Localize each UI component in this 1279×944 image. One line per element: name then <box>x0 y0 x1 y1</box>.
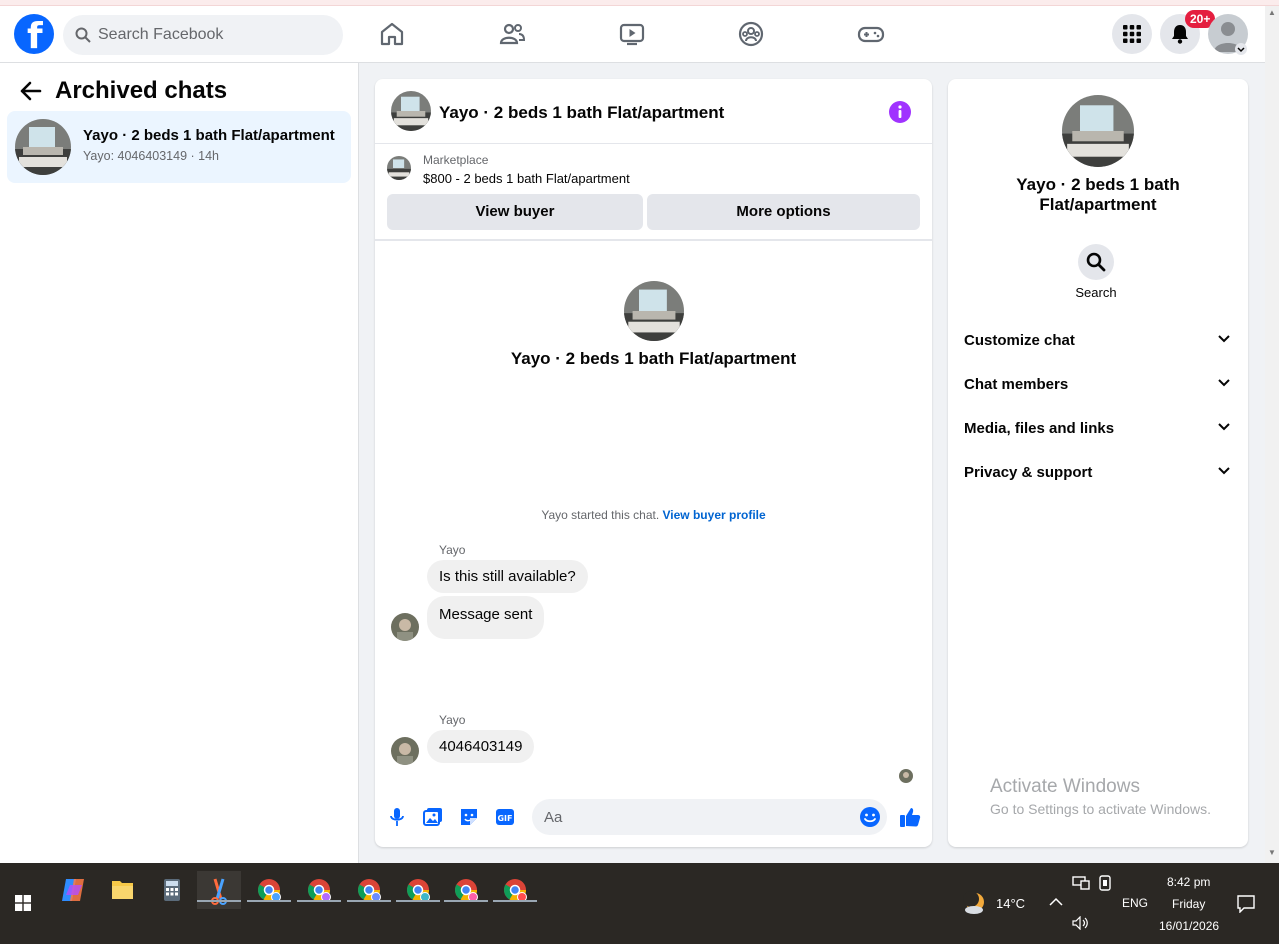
scroll-down-arrow-icon[interactable]: ▼ <box>1268 848 1276 857</box>
seen-indicator-avatar <box>899 769 913 783</box>
facebook-logo[interactable]: f <box>14 14 54 57</box>
weather-moon-icon[interactable] <box>962 891 988 915</box>
chrome-profile-icon[interactable] <box>347 871 391 909</box>
more-options-button[interactable]: More options <box>647 194 920 230</box>
chrome-profile-icon[interactable] <box>297 871 341 909</box>
listing-thumbnail <box>387 156 411 180</box>
calculator-icon[interactable] <box>150 871 194 909</box>
gaming-icon[interactable] <box>856 19 886 49</box>
listing-title[interactable]: $800 - 2 beds 1 bath Flat/apartment <box>423 171 630 186</box>
chat-started-notice: Yayo started this chat. View buyer profi… <box>541 508 766 522</box>
message-composer[interactable] <box>532 799 887 835</box>
message-bubble[interactable]: 4046403149 <box>427 730 535 763</box>
back-arrow-icon[interactable] <box>20 81 42 101</box>
friends-icon[interactable] <box>497 19 527 49</box>
sender-avatar[interactable] <box>391 737 419 765</box>
menu-button[interactable] <box>1112 14 1152 54</box>
groups-icon[interactable] <box>736 19 766 49</box>
chat-info-avatar <box>1062 95 1134 167</box>
emoji-icon[interactable] <box>859 806 881 828</box>
chevron-down-icon <box>1218 335 1230 343</box>
search-label: Search <box>1075 285 1117 300</box>
chrome-profile-icon[interactable] <box>444 871 488 909</box>
chrome-profile-icon[interactable] <box>247 871 291 909</box>
clock-date: 16/01/2026 <box>1159 919 1220 933</box>
message-bubble[interactable]: Message sent <box>427 596 545 639</box>
chat-info-title: Yayo · 2 beds 1 bath Flat/apartment <box>1016 175 1180 214</box>
battery-phone-icon[interactable] <box>1098 875 1112 891</box>
chat-list-item[interactable]: Yayo · 2 beds 1 bath Flat/apartment Yayo… <box>7 111 351 183</box>
marketplace-listing: Marketplace $800 - 2 beds 1 bath Flat/ap… <box>375 144 932 241</box>
chat-last-message: Yayo: 4046403149 · 14h <box>83 149 219 163</box>
video-icon[interactable] <box>617 19 647 49</box>
notification-center-icon[interactable] <box>1237 895 1255 913</box>
chevron-down-icon <box>1218 423 1230 431</box>
sender-avatar[interactable] <box>391 613 419 641</box>
like-icon[interactable] <box>899 806 921 828</box>
media-files-links-section[interactable]: Media, files and links <box>956 407 1240 451</box>
chat-info-pane: Yayo · 2 beds 1 bath Flat/apartment Sear… <box>948 79 1248 847</box>
search-icon <box>75 27 91 43</box>
search-input[interactable] <box>98 15 328 55</box>
chevron-down-icon <box>1218 467 1230 475</box>
speaker-icon[interactable] <box>1072 916 1090 930</box>
windows-taskbar: 14°C ENG 8:42 pm Friday 16/01/2026 <box>0 863 1279 944</box>
conversation-header: Yayo · 2 beds 1 bath Flat/apartment <box>375 79 932 144</box>
page-title: Archived chats <box>55 77 228 104</box>
home-icon[interactable] <box>377 19 407 49</box>
chevron-up-icon[interactable] <box>1049 897 1063 907</box>
snipping-tool-icon[interactable] <box>197 871 241 909</box>
chat-name: Yayo · 2 beds 1 bath Flat/apartment <box>83 127 335 144</box>
message-sender: Yayo <box>439 543 466 557</box>
conversation-avatar[interactable] <box>391 91 431 131</box>
temperature[interactable]: 14°C <box>996 896 1025 911</box>
archived-chats-pane: Archived chats Yayo · 2 beds 1 bath Flat… <box>0 63 359 863</box>
svg-text:GIF: GIF <box>497 814 512 823</box>
chat-thumbnail <box>15 119 71 175</box>
file-explorer-icon[interactable] <box>100 871 144 909</box>
grid-menu-icon <box>1123 25 1141 43</box>
message-bubble[interactable]: Is this still available? <box>427 560 588 593</box>
message-sender: Yayo <box>439 713 466 727</box>
network-icon[interactable] <box>1072 876 1090 890</box>
privacy-support-section[interactable]: Privacy & support <box>956 451 1240 495</box>
photo-icon[interactable] <box>423 807 443 827</box>
info-icon[interactable] <box>889 101 911 123</box>
view-buyer-profile-link[interactable]: View buyer profile <box>663 508 766 522</box>
customize-chat-section[interactable]: Customize chat <box>956 319 1240 363</box>
chrome-profile-icon[interactable] <box>493 871 537 909</box>
copilot-icon[interactable] <box>52 871 96 909</box>
microphone-icon[interactable] <box>389 807 405 827</box>
marketplace-label: Marketplace <box>423 153 489 167</box>
conversation-title[interactable]: Yayo · 2 beds 1 bath Flat/apartment <box>439 103 724 123</box>
intro-avatar <box>624 281 684 341</box>
account-caret-icon[interactable] <box>1235 43 1247 55</box>
chrome-profile-icon[interactable] <box>396 871 440 909</box>
language-indicator[interactable]: ENG <box>1122 896 1148 910</box>
windows-start-icon[interactable] <box>15 895 31 911</box>
chevron-down-icon <box>1218 379 1230 387</box>
search-in-conversation-button[interactable] <box>1078 244 1114 280</box>
clock-day: Friday <box>1172 897 1206 911</box>
search-icon <box>1086 252 1106 272</box>
gif-icon[interactable]: GIF <box>495 807 515 827</box>
bell-icon <box>1172 25 1188 44</box>
sticker-icon[interactable] <box>459 807 479 827</box>
chat-members-section[interactable]: Chat members <box>956 363 1240 407</box>
scroll-up-arrow-icon[interactable]: ▲ <box>1268 8 1276 17</box>
intro-title: Yayo · 2 beds 1 bath Flat/apartment <box>510 349 797 368</box>
conversation-pane: Yayo · 2 beds 1 bath Flat/apartment Mark… <box>375 79 932 847</box>
message-input[interactable] <box>544 799 844 835</box>
view-buyer-button[interactable]: View buyer <box>387 194 643 230</box>
clock-time[interactable]: 8:42 pm <box>1167 875 1210 889</box>
page-scrollbar[interactable]: ▲ ▼ <box>1265 6 1279 863</box>
activate-windows-watermark: Activate Windows Go to Settings to activ… <box>990 776 1211 817</box>
search-box[interactable] <box>63 15 343 55</box>
top-navigation-bar: f 20+ <box>0 6 1265 63</box>
